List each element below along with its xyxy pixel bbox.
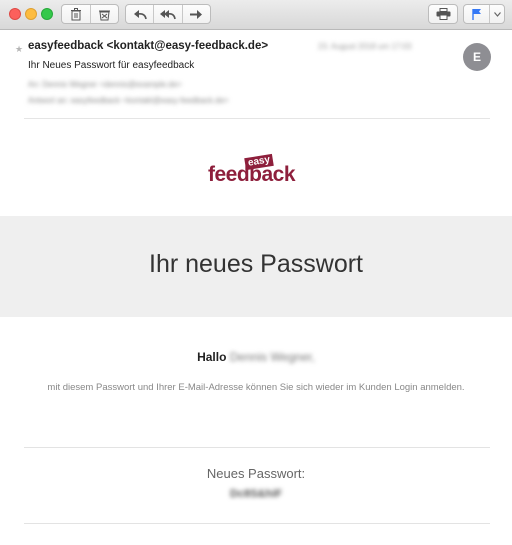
sender[interactable]: easyfeedback <kontakt@easy-feedback.de> (28, 40, 268, 52)
close-window-button[interactable] (9, 8, 21, 20)
forward-button[interactable] (181, 5, 210, 23)
date: 23. August 2018 um 17:03 (318, 42, 412, 51)
message-body: mit diesem Passwort und Ihrer E-Mail-Adr… (47, 382, 465, 393)
reply-all-button[interactable] (153, 5, 181, 23)
flag-menu-button[interactable] (489, 5, 504, 23)
minimize-window-button[interactable] (25, 8, 37, 20)
greeting-name: Dennis Wegner, (229, 350, 315, 364)
print-icon (436, 8, 450, 20)
greeting-word: Hallo (197, 350, 227, 364)
flag-button-group (463, 4, 505, 24)
reply-to-line: Antwort an: easyfeedback <kontakt@easy-f… (28, 96, 229, 105)
trash-icon (70, 7, 81, 20)
mail-toolbar (0, 0, 512, 30)
flag-icon (471, 9, 481, 20)
easyfeedback-logo: easy feedback (208, 153, 308, 188)
password-label: Neues Passwort: (206, 466, 306, 481)
forward-icon (190, 9, 203, 19)
star-icon[interactable]: ★ (15, 44, 23, 55)
print-button[interactable] (428, 4, 458, 24)
logo-feedback-text: feedback (208, 163, 296, 186)
header-divider (24, 118, 490, 119)
page-title: Ihr neues Passwort (149, 250, 363, 278)
content-divider-bottom (24, 523, 490, 524)
content-divider (24, 447, 490, 448)
delete-junk-button-group (61, 4, 119, 24)
password-value: Dc8S&hiF (230, 488, 282, 500)
chevron-down-icon (493, 11, 501, 17)
reply-button[interactable] (126, 5, 153, 23)
flag-button[interactable] (464, 5, 489, 23)
junk-button[interactable] (89, 5, 119, 23)
trash-button[interactable] (62, 5, 90, 23)
recipient-line: An: Dennis Wegner <dennis@example.de> (28, 80, 182, 89)
reply-all-icon (159, 9, 176, 19)
zoom-window-button[interactable] (41, 8, 53, 20)
avatar: E (463, 43, 491, 71)
subject: Ihr Neues Passwort für easyfeedback (28, 60, 195, 71)
reply-icon (133, 9, 147, 19)
greeting: Hallo Dennis Wegner, (0, 350, 512, 364)
reply-button-group (125, 4, 211, 24)
junk-icon (98, 10, 110, 20)
